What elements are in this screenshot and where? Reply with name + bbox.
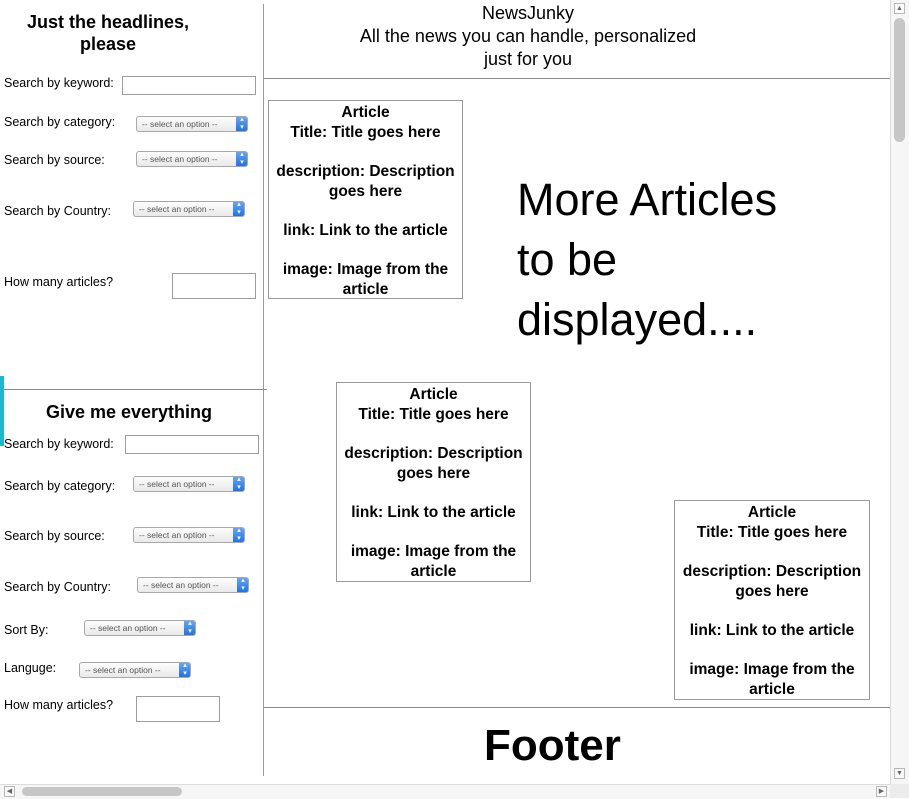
article-description: description: Description goes here: [682, 563, 862, 600]
headlines-keyword-input[interactable]: [122, 76, 256, 95]
article-card[interactable]: Article Title: Title goes here descripti…: [268, 100, 463, 299]
headlines-count-input[interactable]: [172, 273, 256, 299]
article-image: image: Image from the article: [689, 661, 855, 698]
article-heading: Article: [409, 386, 458, 403]
everything-category-select-value: -- select an option --: [139, 479, 215, 489]
headlines-country-label: Search by Country:: [4, 204, 111, 218]
everything-source-select[interactable]: -- select an option -- ▴ ▾: [133, 527, 245, 543]
header-divider: [264, 78, 890, 79]
app-name: NewsJunky: [481, 3, 575, 23]
article-link[interactable]: link: Link to the article: [337, 503, 530, 523]
headlines-source-label: Search by source:: [4, 153, 105, 167]
sidebar-section-divider: [0, 389, 267, 390]
up-down-chevron-icon: ▴ ▾: [237, 578, 248, 592]
headlines-country-select-value: -- select an option --: [139, 204, 215, 214]
up-down-chevron-icon: ▴ ▾: [236, 117, 247, 131]
headlines-category-label: Search by category:: [4, 115, 116, 129]
article-title: Title: Title goes here: [358, 406, 509, 423]
everything-count-label: How many articles?: [4, 698, 114, 712]
everything-country-select-value: -- select an option --: [143, 580, 219, 590]
everything-sort-select[interactable]: -- select an option -- ▴ ▾: [84, 620, 196, 636]
vertical-scrollbar[interactable]: ▲ ▼: [890, 0, 909, 784]
headlines-category-select[interactable]: -- select an option -- ▴ ▾: [136, 116, 248, 132]
footer-divider: [264, 707, 890, 708]
headlines-count-label: How many articles?: [4, 275, 114, 289]
headlines-keyword-label: Search by keyword:: [4, 76, 114, 90]
everything-source-label: Search by source:: [4, 529, 105, 543]
everything-category-label: Search by category:: [4, 479, 116, 493]
everything-language-select[interactable]: -- select an option -- ▴ ▾: [79, 662, 191, 678]
up-down-chevron-icon: ▴ ▾: [179, 663, 190, 677]
article-link[interactable]: link: Link to the article: [675, 621, 869, 641]
more-articles-line1: More Articles: [517, 174, 778, 225]
everything-source-select-value: -- select an option --: [139, 530, 215, 540]
article-title: Title: Title goes here: [696, 524, 848, 541]
headlines-category-select-value: -- select an option --: [142, 119, 218, 129]
horizontal-scrollbar[interactable]: ◀ ▶: [0, 784, 890, 799]
headlines-panel-title: Just the headlines, please: [26, 12, 190, 54]
everything-keyword-input[interactable]: [125, 435, 259, 454]
up-down-chevron-icon: ▴ ▾: [184, 621, 195, 635]
article-description: description: Description goes here: [344, 445, 523, 482]
more-articles-line3: displayed....: [517, 294, 758, 345]
up-down-chevron-icon: ▴ ▾: [233, 528, 244, 542]
up-down-chevron-icon: ▴ ▾: [233, 202, 244, 216]
vertical-scroll-thumb[interactable]: [894, 18, 905, 142]
article-title: Title: Title goes here: [290, 124, 441, 141]
headlines-source-select[interactable]: -- select an option -- ▴ ▾: [136, 151, 248, 167]
up-down-chevron-icon: ▴ ▾: [233, 477, 244, 491]
arrow-left-icon[interactable]: ◀: [4, 786, 15, 797]
horizontal-scroll-thumb[interactable]: [22, 787, 182, 796]
article-heading: Article: [341, 104, 390, 121]
sidebar-divider: [263, 4, 264, 776]
everything-sort-select-value: -- select an option --: [90, 623, 166, 633]
headlines-source-select-value: -- select an option --: [142, 154, 218, 164]
everything-country-select[interactable]: -- select an option -- ▴ ▾: [137, 577, 249, 593]
everything-country-label: Search by Country:: [4, 580, 111, 594]
app-tagline-line2: just for you: [483, 49, 573, 69]
arrow-right-icon[interactable]: ▶: [876, 786, 887, 797]
everything-count-input[interactable]: [136, 696, 220, 722]
everything-sort-label: Sort By:: [4, 623, 49, 637]
arrow-down-icon[interactable]: ▼: [894, 768, 905, 779]
everything-language-select-value: -- select an option --: [85, 665, 161, 675]
article-heading: Article: [747, 504, 797, 521]
article-image: image: Image from the article: [350, 543, 517, 580]
everything-category-select[interactable]: -- select an option -- ▴ ▾: [133, 476, 245, 492]
everything-language-label: Languge:: [4, 661, 57, 675]
arrow-up-icon[interactable]: ▲: [894, 3, 905, 14]
up-down-chevron-icon: ▴ ▾: [236, 152, 247, 166]
more-articles-line2: to be: [517, 234, 618, 285]
article-image: image: Image from the article: [282, 261, 449, 298]
footer-title: Footer: [484, 721, 621, 770]
everything-panel-title: Give me everything: [45, 402, 213, 422]
headlines-country-select[interactable]: -- select an option -- ▴ ▾: [133, 201, 245, 217]
article-card[interactable]: Article Title: Title goes here descripti…: [674, 500, 870, 700]
app-tagline-line1: All the news you can handle, personalize…: [359, 26, 697, 46]
article-description: description: Description goes here: [276, 163, 455, 200]
article-card[interactable]: Article Title: Title goes here descripti…: [336, 382, 531, 582]
article-link[interactable]: link: Link to the article: [269, 221, 462, 241]
scrollbar-corner: [890, 784, 909, 798]
everything-keyword-label: Search by keyword:: [4, 437, 114, 451]
